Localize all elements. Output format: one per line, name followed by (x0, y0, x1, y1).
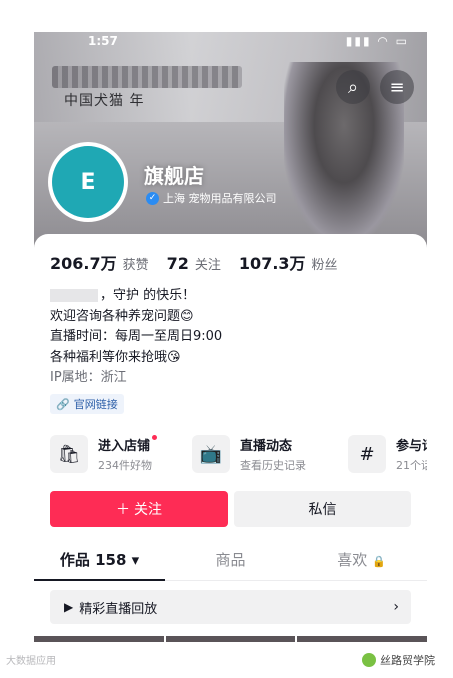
feature-topics[interactable]: # 参与话 21个话 (348, 432, 427, 476)
stat-fans-num[interactable]: 107.3万 (239, 250, 306, 274)
verified-check-icon: ✓ (146, 191, 159, 205)
search-button[interactable]: ⌕ (336, 70, 370, 104)
video-thumbnail[interactable] (297, 636, 427, 642)
tab-likes[interactable]: 喜欢 🔒 (296, 542, 427, 580)
profile-banner: 中国犬猫 年 1:57 ▮▮▮ ◠ ▭ ⌕ ≡ E 旗舰店 ✓ 上海 宠物用品有… (34, 32, 427, 254)
stat-following-num[interactable]: 72 (167, 254, 189, 273)
tab-products[interactable]: 商品 (165, 542, 296, 580)
bio-line-4: 各种福利等你来抢哦😘 (50, 349, 181, 365)
feature-shop[interactable]: 🛍 进入店铺 234件好物 (50, 432, 158, 476)
bio-line-2: 欢迎咨询各种养宠问题😊 (50, 308, 194, 324)
feature-shop-title: 进入店铺 (98, 439, 151, 454)
video-thumbnail[interactable] (34, 636, 164, 642)
stats-row: 206.7万 获赞 72 关注 107.3万 粉丝 (50, 250, 350, 274)
feature-topics-sub: 21个话 (396, 459, 427, 472)
ip-location: IP属地：浙江 (50, 370, 127, 385)
bio-line-3: 直播时间：每周一至周日9:00 (50, 329, 223, 344)
more-button[interactable]: ≡ (380, 70, 414, 104)
profile-screen: 中国犬猫 年 1:57 ▮▮▮ ◠ ▭ ⌕ ≡ E 旗舰店 ✓ 上海 宠物用品有… (34, 32, 427, 642)
feature-row: 🛍 进入店铺 234件好物 📺 直播动态 查看历史记录 # 参与话 21个话 (50, 432, 427, 476)
status-bar: 1:57 ▮▮▮ ◠ ▭ (34, 32, 427, 52)
feature-shop-sub: 234件好物 (98, 459, 152, 472)
live-tv-icon: 📺 (192, 435, 230, 473)
bio-blurred-text (50, 289, 98, 302)
feature-topics-title: 参与话 (396, 439, 427, 454)
video-thumbnail[interactable] (165, 636, 296, 642)
watermark-right: 丝路贸学院 (362, 652, 435, 668)
stat-fans-label[interactable]: 粉丝 (312, 254, 338, 273)
feature-live-sub: 查看历史记录 (240, 459, 306, 472)
status-icons: ▮▮▮ ◠ ▭ (345, 34, 409, 48)
status-time: 1:57 (88, 34, 118, 48)
profile-card: 206.7万 获赞 72 关注 107.3万 粉丝 ，守护 的快乐！ 欢迎咨询各… (34, 234, 427, 642)
video-grid (34, 636, 427, 642)
shop-bag-icon: 🛍 (50, 435, 88, 473)
bio: ，守护 的快乐！ 欢迎咨询各种养宠问题😊 直播时间：每周一至周日9:00 各种福… (50, 286, 222, 389)
feature-live-title: 直播动态 (240, 439, 293, 454)
banner-slogan-blurred (52, 66, 242, 88)
website-link-label: 官网链接 (73, 398, 118, 411)
verification-badge[interactable]: ✓ 上海 宠物用品有限公司 (146, 190, 277, 206)
avatar-image: E (52, 146, 124, 218)
shop-name: 旗舰店 (144, 164, 204, 188)
live-replay-bar[interactable]: ▶ 精彩直播回放 › (50, 590, 411, 624)
watermark-left: 大数据应用 (6, 656, 56, 667)
wechat-logo-icon (362, 653, 376, 667)
follow-button[interactable]: ＋ 关注 (50, 491, 228, 527)
message-button[interactable]: 私信 (234, 491, 411, 527)
verification-text: 上海 宠物用品有限公司 (163, 192, 277, 205)
play-icon: ▶ (64, 600, 74, 614)
search-icon: ⌕ (347, 76, 359, 98)
stat-likes-label: 获赞 (122, 258, 149, 273)
watermark-right-text: 丝路贸学院 (380, 654, 435, 667)
stat-following-label[interactable]: 关注 (195, 254, 221, 273)
chevron-right-icon: › (393, 599, 399, 615)
tab-likes-label: 喜欢 (337, 551, 368, 569)
live-replay-label: 精彩直播回放 (79, 601, 158, 617)
banner-subtitle: 中国犬猫 年 (64, 93, 145, 109)
avatar[interactable]: E (48, 142, 128, 222)
stat-likes-num: 206.7万 (50, 254, 117, 273)
hashtag-icon: # (348, 435, 386, 473)
tab-works[interactable]: 作品 158 ▾ (34, 542, 165, 581)
menu-icon: ≡ (389, 76, 405, 98)
feature-live[interactable]: 📺 直播动态 查看历史记录 (192, 432, 306, 476)
new-dot-indicator (152, 435, 158, 440)
content-tabs: 作品 158 ▾ 商品 喜欢 🔒 (34, 542, 427, 581)
link-icon: 🔗 (56, 397, 70, 411)
follow-button-label: 关注 (134, 502, 162, 518)
bio-line-1: ，守护 的快乐！ (50, 286, 222, 307)
plus-icon: ＋ (116, 502, 130, 518)
lock-icon: 🔒 (372, 555, 386, 568)
website-link[interactable]: 🔗 官网链接 (50, 394, 124, 414)
